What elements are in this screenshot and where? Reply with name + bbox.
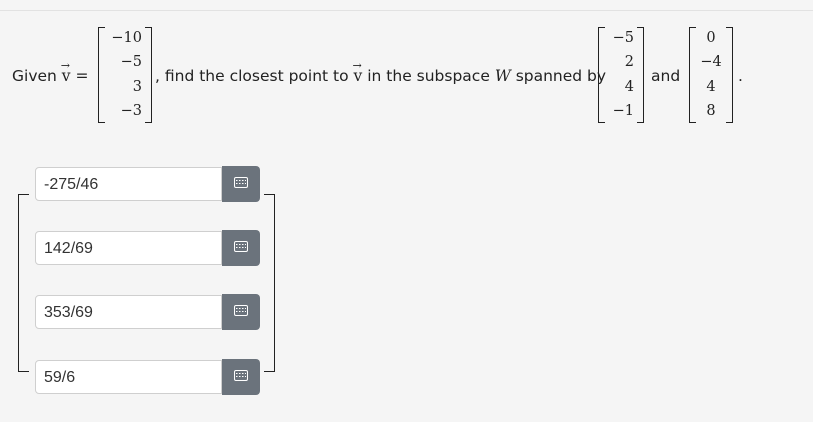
answer-input-2[interactable]: 142/69: [35, 231, 222, 265]
w2-entry-1: 0: [706, 30, 716, 46]
w1-vector-matrix: −5 2 4 −1: [598, 27, 644, 123]
v-entry-1: −10: [111, 30, 142, 46]
w2-vector-matrix: 0 −4 4 8: [689, 27, 733, 123]
equals-sign: =: [75, 67, 89, 85]
keyboard-icon: [234, 177, 248, 188]
w1-entry-2: 2: [624, 54, 634, 70]
question-middle: , find the closest point to v → in the su…: [155, 59, 607, 86]
W-symbol: W: [494, 67, 511, 85]
keyboard-icon: [234, 241, 248, 252]
top-divider: [0, 10, 813, 11]
v-entry-4: −3: [120, 103, 142, 119]
w2-entry-3: 4: [706, 79, 716, 95]
v-vector-matrix: −10 −5 3 −3: [98, 27, 152, 123]
answer-input-3[interactable]: 353/69: [35, 295, 222, 329]
answer-input-1[interactable]: -275/46: [35, 167, 222, 201]
w2-entry-4: 8: [706, 103, 716, 119]
v-symbol: v →: [60, 59, 71, 85]
w2-entry-2: −4: [700, 54, 722, 70]
w1-entry-3: 4: [624, 79, 634, 95]
w1-entry-1: −5: [612, 30, 634, 46]
keyboard-button-2[interactable]: [222, 230, 260, 266]
keyboard-button-1[interactable]: [222, 166, 260, 202]
answer-left-bracket: [18, 194, 29, 372]
v-entry-3: 3: [132, 79, 142, 95]
answer-input-4[interactable]: 59/6: [35, 360, 222, 394]
spanned-by-text: spanned by: [515, 67, 607, 85]
find-text: , find the closest point to: [155, 67, 349, 85]
w1-entry-4: −1: [612, 103, 634, 119]
given-label: Given: [12, 67, 57, 85]
v-symbol-inline: v →: [352, 59, 363, 85]
subspace-text: in the subspace: [367, 67, 490, 85]
keyboard-button-3[interactable]: [222, 294, 260, 330]
keyboard-icon: [234, 370, 248, 381]
and-text: and: [651, 67, 681, 85]
answer-right-bracket: [264, 194, 275, 372]
period: .: [738, 67, 743, 85]
question-given: Given v → =: [12, 59, 89, 86]
keyboard-icon: [234, 305, 248, 316]
v-entry-2: −5: [120, 54, 142, 70]
keyboard-button-4[interactable]: [222, 359, 260, 395]
